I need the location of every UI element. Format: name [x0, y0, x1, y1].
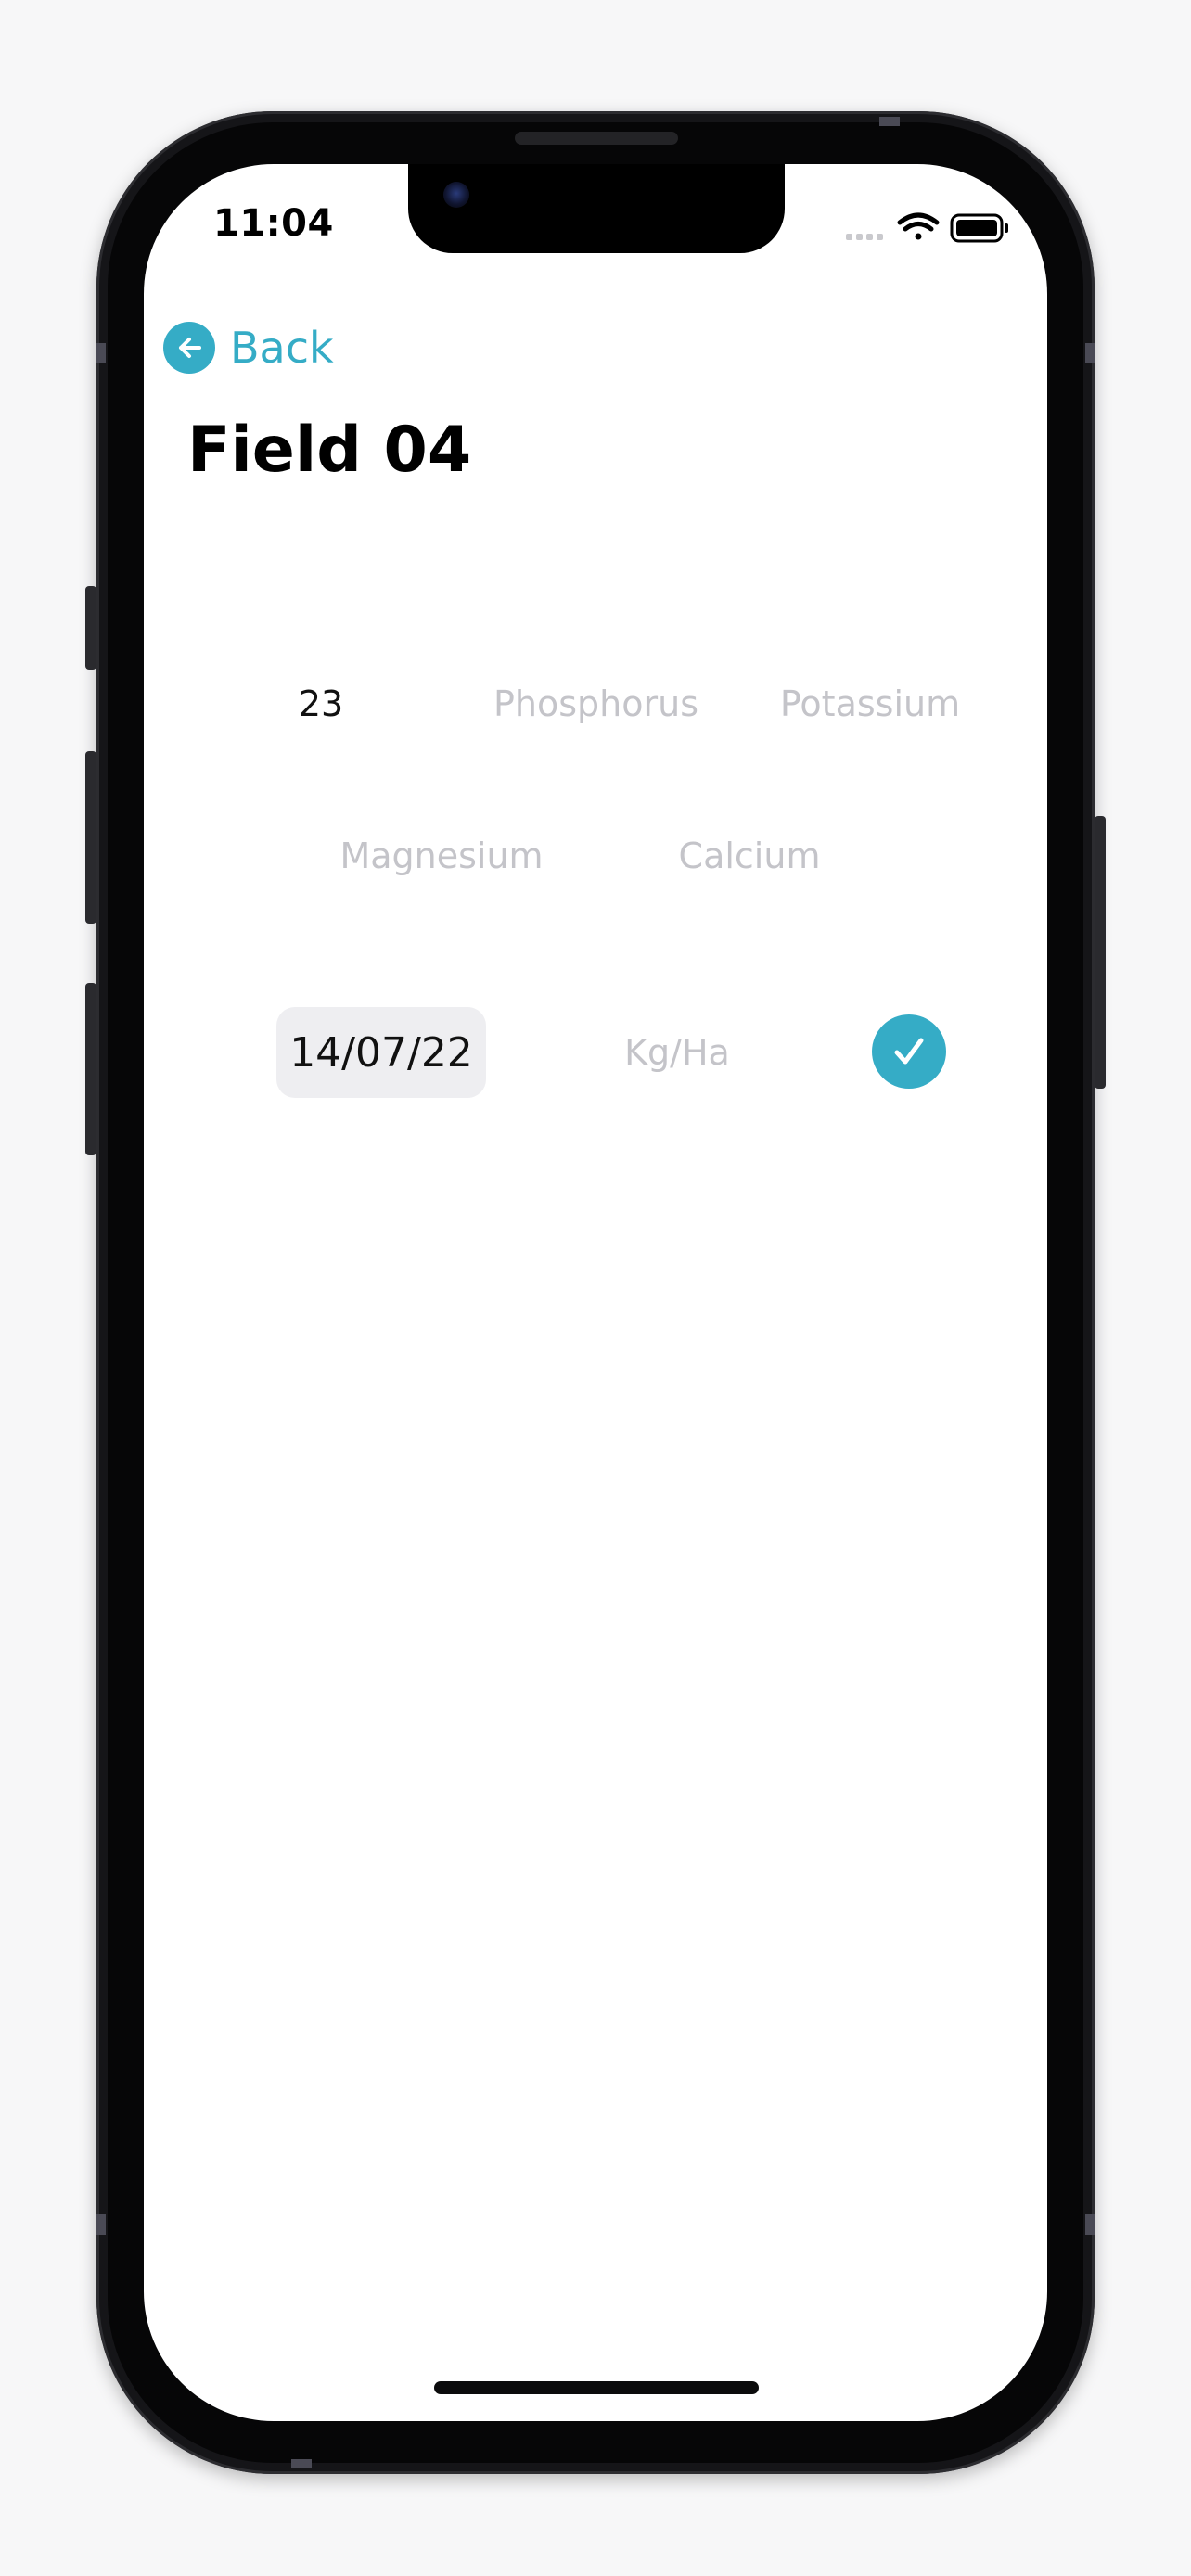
status-time: 11:04	[213, 202, 334, 245]
checkmark-icon	[894, 1038, 924, 1065]
page-title: Field 04	[187, 414, 472, 487]
home-indicator[interactable]	[434, 2381, 759, 2394]
volume-down-button	[85, 983, 96, 1155]
date-picker[interactable]: 14/07/22	[276, 1007, 486, 1098]
battery-icon	[950, 213, 1008, 243]
wifi-icon	[897, 212, 940, 240]
confirm-button[interactable]	[872, 1014, 946, 1089]
arrow-left-circle-icon	[163, 322, 215, 374]
app-screen	[144, 164, 1047, 2421]
phosphorus-input[interactable]: Phosphorus	[493, 671, 698, 736]
power-button	[1095, 816, 1106, 1089]
antenna-line	[879, 117, 900, 126]
nitrogen-input[interactable]: 23	[219, 671, 423, 736]
back-label: Back	[230, 323, 334, 373]
earpiece-speaker	[515, 132, 678, 145]
magnesium-input[interactable]: Magnesium	[339, 823, 544, 888]
front-camera	[443, 182, 469, 208]
back-button[interactable]: Back	[163, 317, 334, 378]
silent-switch	[85, 586, 96, 670]
antenna-line	[291, 2459, 312, 2468]
antenna-line	[96, 343, 106, 363]
cellular-signal-icon	[846, 234, 883, 240]
antenna-line	[1085, 2214, 1095, 2235]
status-icons	[846, 212, 1008, 243]
unit-input[interactable]: Kg/Ha	[575, 1020, 779, 1085]
notch	[408, 164, 785, 253]
date-value: 14/07/22	[289, 1028, 473, 1077]
calcium-input[interactable]: Calcium	[647, 823, 852, 888]
volume-up-button	[85, 751, 96, 924]
antenna-line	[1085, 343, 1095, 363]
antenna-line	[96, 2214, 106, 2235]
device-stage: 11:04 Back Field 04 23 Phosphorus Potass…	[0, 0, 1191, 2576]
potassium-input[interactable]: Potassium	[768, 671, 972, 736]
